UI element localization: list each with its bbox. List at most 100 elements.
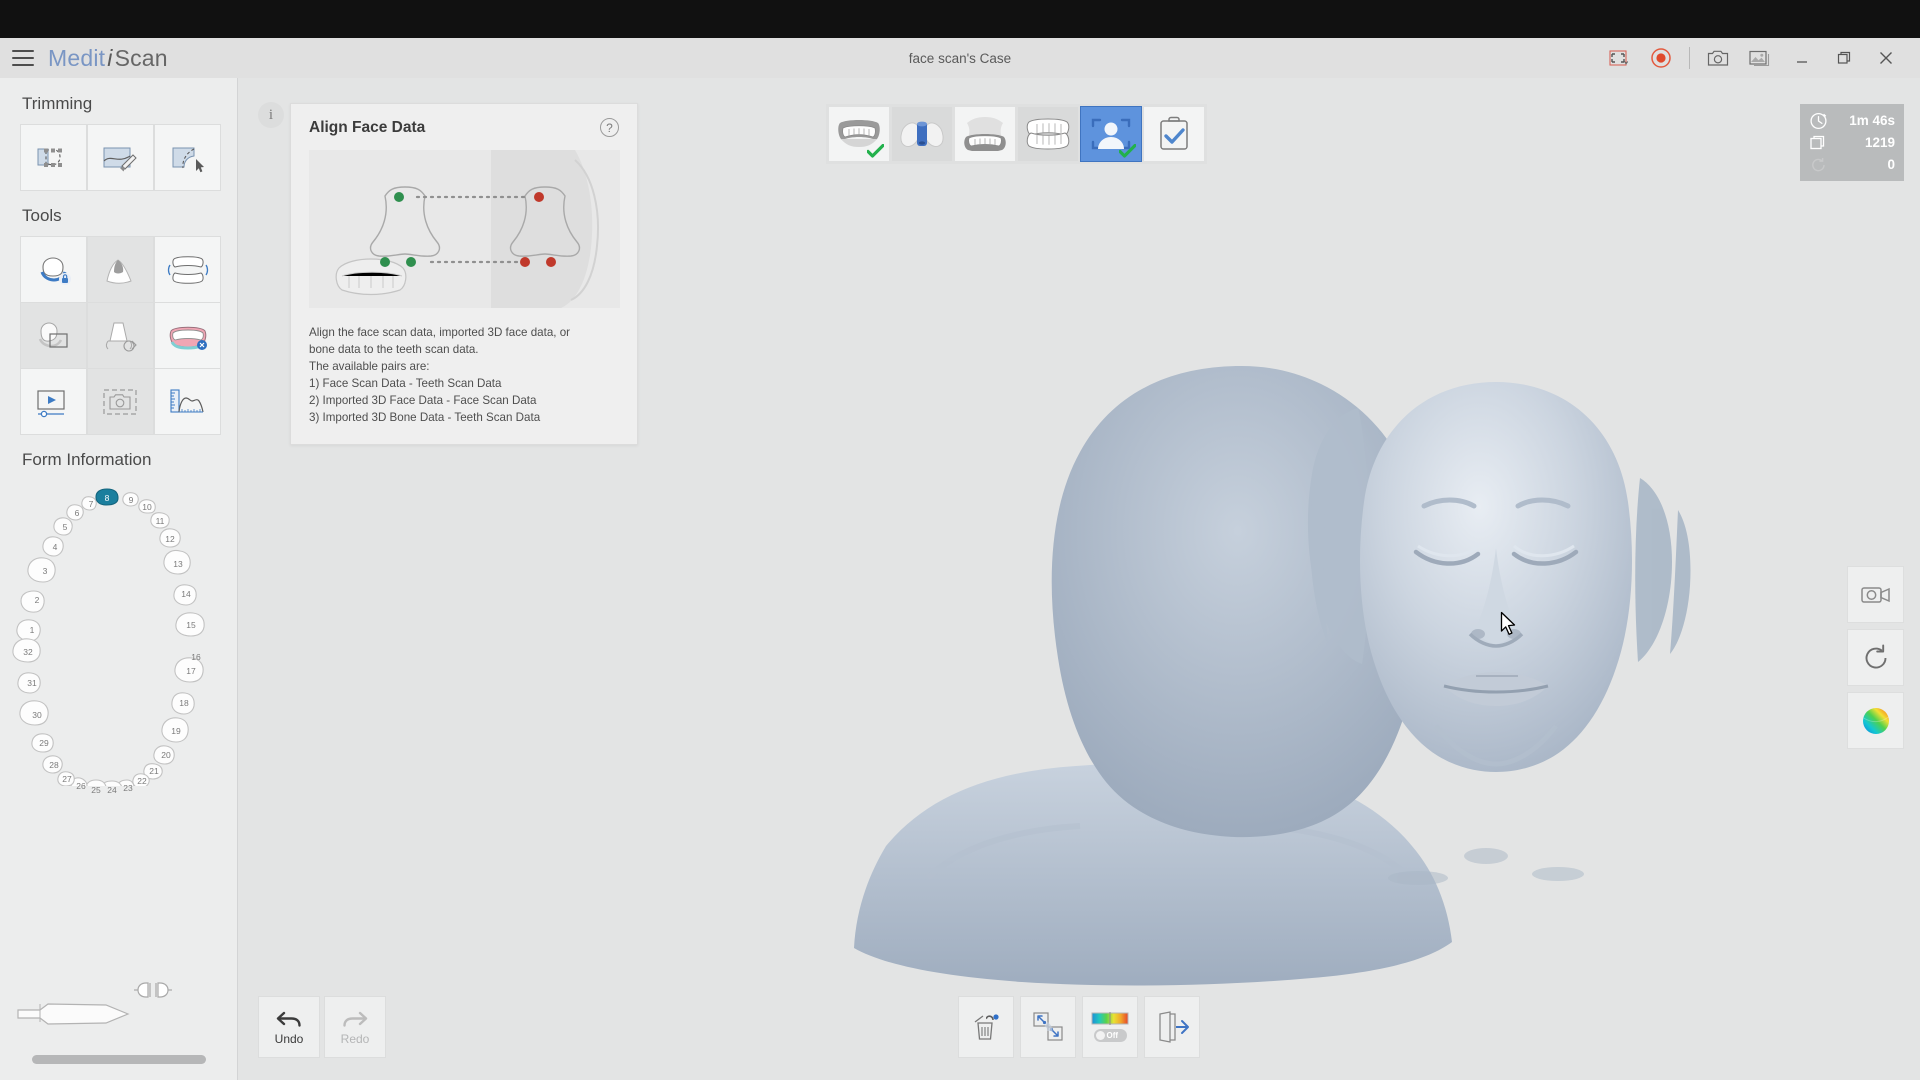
scanner-wand-icon — [17, 982, 172, 1025]
stat-layers: 1219 — [1809, 132, 1895, 152]
rescan-icon — [1812, 157, 1825, 171]
close-x-icon[interactable] — [1866, 41, 1906, 75]
tooth-chart[interactable]: 1 2 3 4 5 6 7 8 9 10 11 12 13 14 15 16 1… — [0, 486, 238, 797]
brush-trim-icon[interactable] — [87, 124, 154, 191]
tooth-num-25: 25 — [91, 785, 101, 795]
step-scanbody-bite[interactable] — [892, 107, 952, 161]
realign-button[interactable] — [1020, 996, 1076, 1058]
info-circle-icon[interactable]: i — [258, 102, 284, 128]
undo-arrow-icon — [276, 1011, 301, 1027]
tooth-overlay-icon[interactable] — [20, 302, 87, 369]
scanner-status-panel — [0, 968, 238, 1064]
color-scale-toggle[interactable]: Off — [1082, 996, 1138, 1058]
color-sphere-icon[interactable] — [1847, 692, 1904, 749]
lower-arch-icon — [964, 117, 1006, 151]
scan-stats-panel: 1m 46s 1219 0 — [1800, 104, 1904, 181]
tooth-margin-lock-icon[interactable] — [20, 236, 87, 303]
denture-gingiva-icon[interactable] — [154, 302, 221, 369]
record-circle-icon[interactable] — [1641, 41, 1681, 75]
landmark-green-nasion — [394, 192, 404, 202]
trash-delete-icon — [974, 1014, 999, 1040]
desc-line-4: 1) Face Scan Data - Teeth Scan Data — [309, 377, 502, 390]
tools-grid — [20, 236, 237, 435]
step-face-scan[interactable] — [1080, 106, 1142, 162]
panel-description: Align the face scan data, imported 3D fa… — [309, 324, 619, 426]
stat-time: 1m 46s — [1809, 110, 1895, 130]
desc-line-3: The available pairs are: — [309, 360, 430, 373]
step-upper-jaw[interactable] — [829, 107, 889, 161]
color-scale-icon — [1091, 1012, 1129, 1025]
desc-line-2: bone data to the teeth scan data. — [309, 343, 479, 356]
app-brand: MeditiScan — [48, 45, 168, 72]
bottom-tool-group: Off — [958, 996, 1200, 1058]
undercut-axis-icon[interactable] — [87, 236, 154, 303]
undo-button[interactable]: Undo — [258, 996, 320, 1058]
clipboard-check-icon — [1160, 116, 1188, 150]
brand-medit: Medit — [48, 44, 106, 71]
ruler-profile-icon[interactable] — [154, 368, 221, 435]
redo-label: Redo — [340, 1031, 370, 1046]
occlusion-arch-icon — [1026, 118, 1070, 150]
step-lower-jaw[interactable] — [955, 107, 1015, 161]
panel-header: Align Face Data ? — [309, 118, 619, 137]
flip-align-icon — [1033, 1012, 1063, 1041]
camera-icon[interactable] — [1698, 41, 1738, 75]
color-scale-switch[interactable]: Off — [1093, 1029, 1127, 1042]
question-mark-icon[interactable]: ? — [600, 118, 619, 137]
capture-frame-icon[interactable] — [87, 368, 154, 435]
stat-rescan-value: 0 — [1887, 156, 1895, 172]
screen-region-icon[interactable] — [1599, 41, 1639, 75]
desc-line-5: 2) Imported 3D Face Data - Face Scan Dat… — [309, 394, 537, 407]
landmark-red-nasion — [534, 192, 544, 202]
image-gallery-icon[interactable] — [1740, 41, 1780, 75]
nostril-right — [1471, 629, 1485, 639]
hamburger-menu-icon[interactable] — [12, 50, 34, 66]
video-playback-icon[interactable] — [20, 368, 87, 435]
left-sidebar: Trimming Tools Form Information 1 2 3 4 … — [0, 78, 238, 1080]
tooth-8-selected — [95, 488, 119, 506]
landmark-red-ala-left — [546, 257, 556, 267]
arch-align-icon[interactable] — [154, 236, 221, 303]
step-occlusion[interactable] — [1018, 107, 1078, 161]
trimming-tool-grid — [20, 124, 237, 191]
freehand-cut-icon[interactable] — [154, 124, 221, 191]
scanner-status-bar — [32, 1055, 206, 1064]
viewport-3d[interactable]: i Align Face Data ? Align the face scan … — [238, 78, 1920, 1080]
titlebar-buttons — [1599, 41, 1920, 75]
stat-layers-value: 1219 — [1864, 134, 1895, 150]
stopwatch-icon — [1810, 112, 1827, 129]
redo-arrow-icon — [343, 1011, 368, 1027]
scanbody-icon — [900, 121, 944, 147]
step-complete-check-icon — [867, 144, 884, 158]
landmark-green-ala-right — [380, 257, 390, 267]
lasso-box-trim-icon[interactable] — [20, 124, 87, 191]
delete-data-button[interactable] — [958, 996, 1014, 1058]
stat-rescan: 0 — [1809, 154, 1895, 174]
panel-title: Align Face Data — [309, 118, 426, 136]
landmark-red-ala-right — [520, 257, 530, 267]
connector-plug-icon — [134, 982, 172, 998]
step-review[interactable] — [1144, 107, 1204, 161]
step-complete-check-icon — [1119, 144, 1136, 158]
toggle-knob — [1095, 1031, 1105, 1040]
trimming-section-title: Trimming — [22, 94, 93, 113]
toggle-state-label: Off — [1106, 1031, 1119, 1040]
exit-button[interactable] — [1144, 996, 1200, 1058]
brand-scan: Scan — [114, 44, 168, 71]
exit-door-icon — [1159, 1011, 1189, 1043]
view-tool-rail — [1847, 566, 1904, 755]
desc-line-6: 3) Imported 3D Bone Data - Teeth Scan Da… — [309, 411, 541, 424]
video-camera-icon[interactable] — [1847, 566, 1904, 623]
redo-button[interactable]: Redo — [324, 996, 386, 1058]
layers-icon — [1810, 135, 1825, 149]
minimize-icon[interactable] — [1782, 41, 1822, 75]
application-window: MeditiScan face scan's Case Trimming Too… — [0, 0, 1920, 1080]
nostril-left — [1507, 629, 1521, 639]
refresh-rotate-icon[interactable] — [1847, 629, 1904, 686]
die-detach-icon[interactable] — [87, 302, 154, 369]
landmark-green-ala-left — [406, 257, 416, 267]
maximize-restore-icon[interactable] — [1824, 41, 1864, 75]
desc-line-1: Align the face scan data, imported 3D fa… — [309, 326, 571, 339]
undo-redo-group: Undo Redo — [258, 996, 386, 1058]
align-face-data-panel: Align Face Data ? Align the face scan da… — [290, 103, 638, 445]
